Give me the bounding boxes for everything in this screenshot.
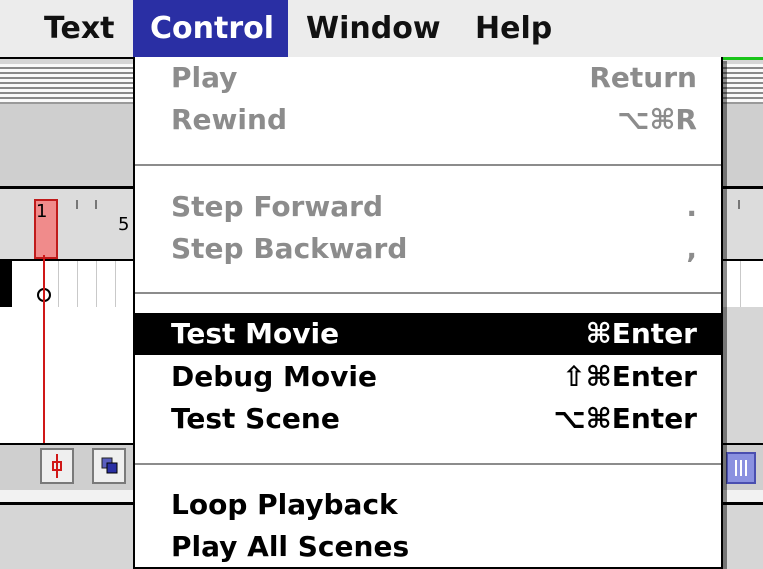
menu-item-loop-playback[interactable]: Loop Playback [135,484,721,526]
menu-separator [135,292,721,294]
menu-item-shortcut: ⌥⌘Enter [553,402,698,435]
menu-item-test-scene[interactable]: Test Scene ⌥⌘Enter [135,398,721,440]
menu-item-label: Loop Playback [171,488,398,521]
timeline-cell-border [77,261,78,307]
timeline-cell-border [115,261,116,307]
menu-item-label: Step Backward [171,232,408,265]
center-frame-button[interactable] [40,448,74,484]
menu-item-shortcut: ⌘Enter [585,317,697,350]
scrollbar-thumb[interactable] [726,452,756,484]
menu-item-shortcut: ⌥⌘R [617,103,697,136]
onion-skin-icon [101,457,118,474]
menu-item-label: Play All Scenes [171,530,410,563]
menu-bar: Text Control Window Help [0,0,763,59]
frame-number: 5 [118,214,130,235]
timeline-empty-area [0,307,135,443]
menu-item-shortcut: ⇧⌘Enter [562,360,697,393]
menu-item-label: Debug Movie [171,360,377,393]
menu-item-label: Step Forward [171,190,383,223]
menu-separator [135,463,721,465]
menu-item-label: Rewind [171,103,287,136]
menu-separator [135,164,721,166]
menu-item-play-all-scenes[interactable]: Play All Scenes [135,526,721,568]
control-menu-dropdown: Play Return Rewind ⌥⌘R Step Forward . St… [133,57,723,569]
menu-control[interactable]: Control [133,0,288,57]
menu-window[interactable]: Window [306,0,441,57]
window-title-bar-stripes [0,64,135,102]
layer-indicator [0,261,12,307]
current-frame-marker[interactable]: 1 [34,199,58,259]
menu-item-debug-movie[interactable]: Debug Movie ⇧⌘Enter [135,356,721,398]
menu-item-shortcut: Return [589,61,697,94]
menu-item-step-backward: Step Backward , [135,228,721,270]
menu-item-label: Test Scene [171,402,340,435]
timeline-cell-border [58,261,59,307]
frame-number: 1 [36,201,48,222]
menu-help[interactable]: Help [475,0,552,57]
menu-item-shortcut: . [686,190,697,223]
playhead-line[interactable] [43,255,45,450]
ruler-tick [738,200,740,209]
menu-item-test-movie[interactable]: Test Movie ⌘Enter [135,313,721,355]
menu-item-label: Play [171,61,238,94]
window-title-bar-stripes-right [722,64,763,102]
menu-item-label: Test Movie [171,317,340,350]
ruler-tick [76,200,78,209]
menu-item-rewind: Rewind ⌥⌘R [135,99,721,141]
timeline-cell-border [740,261,741,307]
ruler-tick [95,200,97,209]
window-accent-line [722,57,763,60]
menu-item-shortcut: , [686,232,697,265]
center-frame-icon [52,454,62,478]
menu-text[interactable]: Text [44,0,115,57]
onion-skin-button[interactable] [92,448,126,484]
timeline-cell-border [96,261,97,307]
grip-icon [735,460,747,476]
menu-item-step-forward: Step Forward . [135,186,721,228]
menu-item-play: Play Return [135,57,721,99]
